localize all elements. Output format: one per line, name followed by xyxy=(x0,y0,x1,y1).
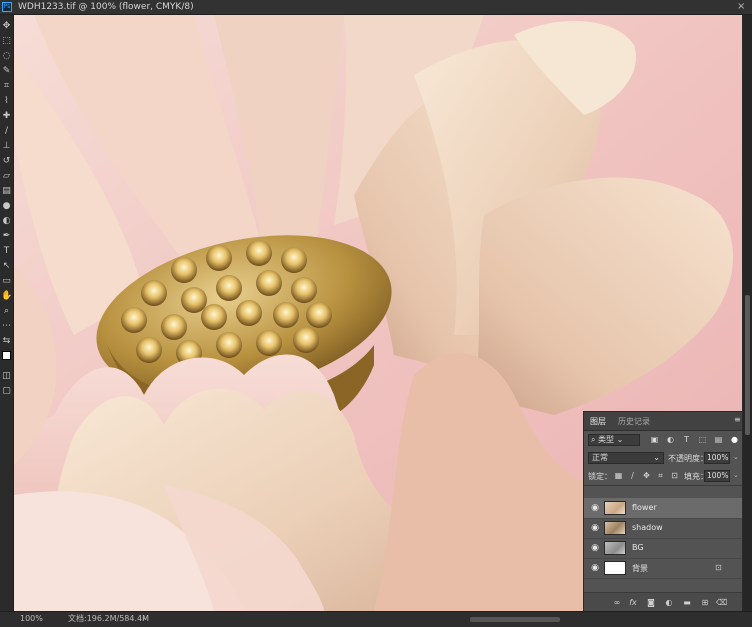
tools-panel: ✥ ⬚ ◌ ✎ ⌗ ⌇ ✚ ∕ ⊥ ↺ ▱ ▤ ● ◐ ✒ T ↖ ▭ ✋ ⌕ … xyxy=(0,15,14,611)
layer-name: 背景 xyxy=(632,564,648,573)
healing-brush-icon[interactable]: ✚ xyxy=(1,111,12,122)
visibility-eye-icon[interactable]: ◉ xyxy=(590,503,600,513)
quick-select-tool-icon[interactable]: ✎ xyxy=(1,66,12,77)
fill-field[interactable]: 100% xyxy=(704,470,730,482)
visibility-eye-icon[interactable]: ◉ xyxy=(590,523,600,533)
filter-kind-label: 类型 xyxy=(598,435,615,444)
status-bar: 100% 文档:196.2M/584.4M › xyxy=(0,611,752,627)
vertical-scrollbar[interactable] xyxy=(743,15,752,611)
layer-thumbnail xyxy=(604,521,626,535)
lock-label: 锁定： xyxy=(588,472,612,481)
foreground-color-swatch[interactable] xyxy=(2,351,11,360)
lock-position-icon[interactable]: ✥ xyxy=(642,471,651,480)
screen-mode-icon[interactable]: ▢ xyxy=(1,386,12,397)
horizontal-scroll-thumb[interactable] xyxy=(470,617,560,622)
crop-tool-icon[interactable]: ⌗ xyxy=(1,81,12,92)
layer-name: flower xyxy=(632,503,657,512)
adjustment-layer-icon[interactable]: ◐ xyxy=(664,598,674,608)
blend-row: 正常 ⌄ 不透明度： 100% ⌄ xyxy=(584,449,742,467)
close-document-icon[interactable]: × xyxy=(737,0,745,14)
history-brush-icon[interactable]: ↺ xyxy=(1,156,12,167)
pen-tool-icon[interactable]: ✒ xyxy=(1,231,12,242)
clone-stamp-icon[interactable]: ⊥ xyxy=(1,141,12,152)
hand-tool-icon[interactable]: ✋ xyxy=(1,291,12,302)
layers-panel: 图层 历史记录 ≡ ⌕ 类型 ⌄ ▣ ◐ T ⬚ ▤ ● 正常 ⌄ 不透明度： 1… xyxy=(583,411,743,611)
tab-history[interactable]: 历史记录 xyxy=(618,416,650,427)
new-layer-icon[interactable]: ⊞ xyxy=(700,598,710,608)
filter-smart-object-icon[interactable]: ▤ xyxy=(714,435,723,444)
layer-row-flower[interactable]: ◉ flower xyxy=(584,498,742,519)
vertical-scroll-thumb[interactable] xyxy=(745,295,750,435)
layer-thumbnail xyxy=(604,561,626,575)
eyedropper-tool-icon[interactable]: ⌇ xyxy=(1,96,12,107)
blur-tool-icon[interactable]: ● xyxy=(1,201,12,212)
fill-chevron-icon[interactable]: ⌄ xyxy=(733,471,739,479)
lock-row: 锁定： ▦ ∕ ✥ ⌗ ⊡ 填充： 100% ⌄ xyxy=(584,467,742,486)
lock-transparent-icon[interactable]: ▦ xyxy=(614,471,623,480)
document-tab[interactable]: WDH1233.tif @ 100% (flower, CMYK/8) xyxy=(18,0,194,14)
shape-tool-icon[interactable]: ▭ xyxy=(1,276,12,287)
zoom-level[interactable]: 100% xyxy=(20,612,43,626)
eraser-tool-icon[interactable]: ▱ xyxy=(1,171,12,182)
document-titlebar: Ps WDH1233.tif @ 100% (flower, CMYK/8) × xyxy=(0,0,752,15)
filter-type-icon[interactable]: T xyxy=(682,435,691,444)
more-tools-icon[interactable]: ⋯ xyxy=(1,321,12,332)
filter-kind-select[interactable]: ⌕ 类型 ⌄ xyxy=(588,434,640,446)
lasso-tool-icon[interactable]: ◌ xyxy=(1,51,12,62)
visibility-eye-icon[interactable]: ◉ xyxy=(590,563,600,573)
layer-lock-icon: ⊡ xyxy=(715,563,722,572)
zoom-tool-icon[interactable]: ⌕ xyxy=(1,306,12,317)
photoshop-app-icon: Ps xyxy=(2,2,12,12)
panel-menu-icon[interactable]: ≡ xyxy=(734,415,741,424)
opacity-label: 不透明度： xyxy=(668,454,708,463)
blend-mode-value: 正常 xyxy=(592,453,608,462)
gradient-tool-icon[interactable]: ▤ xyxy=(1,186,12,197)
filter-pixel-icon[interactable]: ▣ xyxy=(650,435,659,444)
filter-adjustment-icon[interactable]: ◐ xyxy=(666,435,675,444)
group-folder-icon[interactable]: ▬ xyxy=(682,598,692,608)
link-layers-icon[interactable]: ∞ xyxy=(612,598,622,608)
lock-artboard-icon[interactable]: ⌗ xyxy=(656,471,665,480)
path-select-icon[interactable]: ↖ xyxy=(1,261,12,272)
layer-filter-row: ⌕ 类型 ⌄ ▣ ◐ T ⬚ ▤ ● xyxy=(584,431,742,449)
lock-image-icon[interactable]: ∕ xyxy=(628,471,637,480)
layer-thumbnail xyxy=(604,501,626,515)
move-tool-icon[interactable]: ✥ xyxy=(1,21,12,32)
blend-mode-select[interactable]: 正常 ⌄ xyxy=(588,452,664,464)
document-size-info: 文档:196.2M/584.4M xyxy=(68,614,149,623)
status-menu-arrow-icon[interactable]: › xyxy=(142,612,145,626)
lock-all-icon[interactable]: ⊡ xyxy=(670,471,679,480)
fx-icon[interactable]: fx xyxy=(628,598,638,608)
visibility-eye-icon[interactable]: ◉ xyxy=(590,543,600,553)
filter-toggle-icon[interactable]: ● xyxy=(730,435,739,444)
panel-tabs: 图层 历史记录 ≡ xyxy=(584,412,742,431)
quick-mask-icon[interactable]: ◫ xyxy=(1,371,12,382)
marquee-tool-icon[interactable]: ⬚ xyxy=(1,36,12,47)
opacity-field[interactable]: 100% xyxy=(704,452,730,464)
layer-row-shadow[interactable]: ◉ shadow xyxy=(584,518,742,539)
add-mask-icon[interactable]: ◙ xyxy=(646,598,656,608)
layer-row-bg[interactable]: ◉ BG xyxy=(584,538,742,559)
brush-tool-icon[interactable]: ∕ xyxy=(1,126,12,137)
layer-name: shadow xyxy=(632,523,663,532)
swap-colors-icon[interactable]: ⇆ xyxy=(1,336,12,347)
layer-row-background[interactable]: ◉ 背景 ⊡ xyxy=(584,558,742,579)
layer-thumbnail xyxy=(604,541,626,555)
delete-layer-icon[interactable]: ⌫ xyxy=(716,598,727,608)
dodge-tool-icon[interactable]: ◐ xyxy=(1,216,12,227)
tab-layers[interactable]: 图层 xyxy=(590,416,606,427)
layers-panel-footer: ∞ fx ◙ ◐ ▬ ⊞ ⌫ xyxy=(584,592,742,611)
layer-name: BG xyxy=(632,543,644,552)
opacity-chevron-icon[interactable]: ⌄ xyxy=(733,453,739,461)
type-tool-icon[interactable]: T xyxy=(1,246,12,257)
filter-shape-icon[interactable]: ⬚ xyxy=(698,435,707,444)
